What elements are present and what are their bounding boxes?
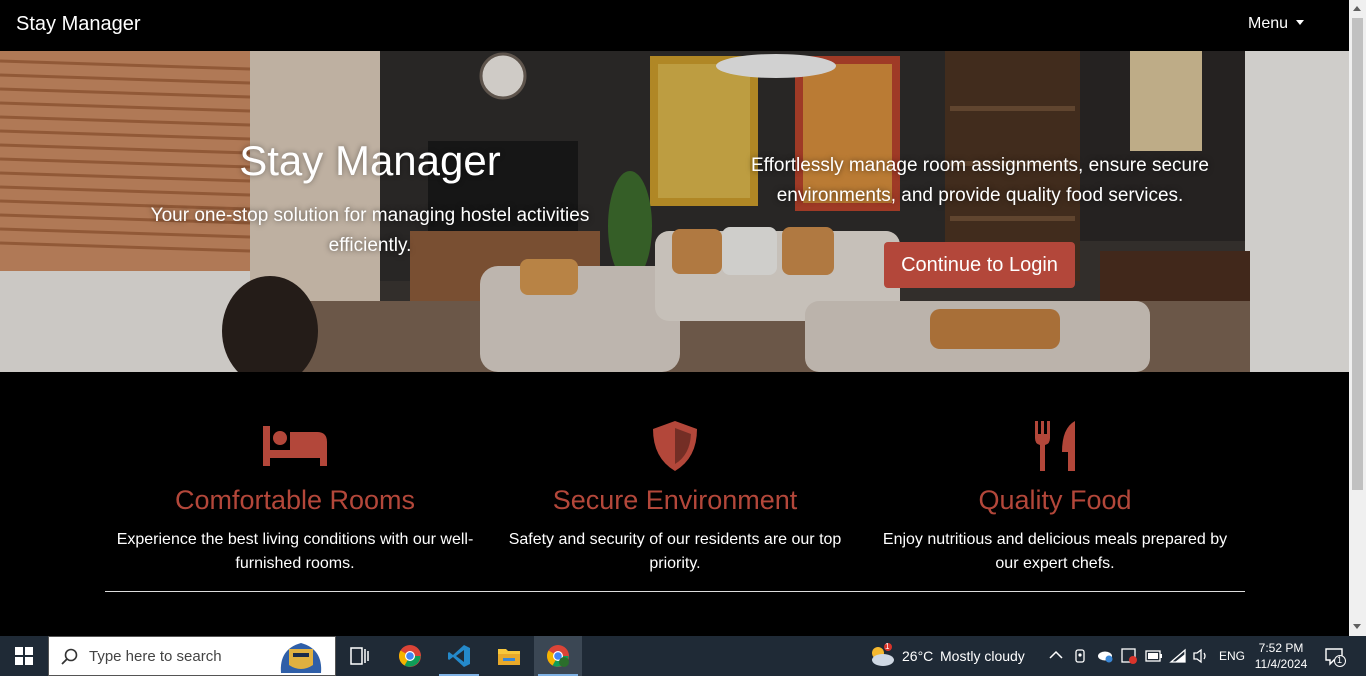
onedrive-sync-icon[interactable] <box>1096 648 1114 664</box>
search-icon <box>61 648 78 665</box>
windows-logo-icon <box>15 647 33 665</box>
notification-center-button[interactable]: 1 <box>1318 636 1366 676</box>
feature-card-rooms: Comfortable Rooms Experience the best li… <box>105 418 485 576</box>
shield-icon <box>485 418 865 473</box>
windows-taskbar: Type here to search 1 26°C Mostly cloudy… <box>0 636 1366 676</box>
clock-date: 11/4/2024 <box>1254 657 1308 671</box>
scroll-up-icon[interactable] <box>1353 6 1361 11</box>
task-view-button[interactable] <box>336 636 384 676</box>
chrome-profile-icon <box>547 645 569 667</box>
weather-temperature: 26°C <box>902 648 934 664</box>
menu-dropdown-toggle[interactable]: Menu <box>1248 15 1305 33</box>
taskbar-vscode[interactable] <box>435 636 483 676</box>
section-divider <box>105 591 1245 592</box>
wifi-icon[interactable] <box>1169 648 1187 664</box>
chevron-up-icon[interactable] <box>1049 650 1063 660</box>
hero-subtitle: Your one-stop solution for managing host… <box>150 205 590 256</box>
search-highlight-icon <box>280 643 322 673</box>
windows-start-button[interactable] <box>0 636 48 676</box>
weather-widget[interactable]: 1 26°C Mostly cloudy <box>868 636 1038 676</box>
caret-down-icon <box>1296 20 1305 25</box>
weather-description: Mostly cloudy <box>940 648 1025 664</box>
feature-title: Comfortable Rooms <box>174 485 416 515</box>
feature-text: Safety and security of our residents are… <box>508 531 842 572</box>
clock-time: 7:52 PM <box>1258 641 1304 655</box>
continue-to-login-button[interactable]: Continue to Login <box>884 242 1075 288</box>
battery-icon[interactable] <box>1145 650 1163 662</box>
task-view-icon <box>350 647 369 665</box>
notification-icon <box>1325 648 1346 667</box>
weather-badge: 1 <box>885 642 890 651</box>
feature-title: Quality Food <box>978 485 1132 515</box>
language-indicator[interactable]: ENG <box>1219 649 1245 663</box>
feature-title: Secure Environment <box>552 485 798 515</box>
system-clock[interactable]: 7:52 PM 11/4/2024 <box>1252 640 1310 672</box>
feature-card-food: Quality Food Enjoy nutritious and delici… <box>865 418 1245 576</box>
cloudy-weather-icon <box>872 643 894 666</box>
volume-icon[interactable] <box>1192 648 1210 664</box>
security-alert-icon[interactable] <box>1120 647 1138 665</box>
taskbar-search-box[interactable]: Type here to search <box>48 636 336 676</box>
chrome-icon <box>399 645 421 667</box>
browser-viewport: Stay Manager Menu Stay Manager Your one-… <box>0 0 1349 636</box>
page-scrollbar[interactable] <box>1349 0 1366 636</box>
utensils-icon <box>865 418 1245 473</box>
menu-label: Menu <box>1248 15 1289 32</box>
feature-card-security: Secure Environment Safety and security o… <box>485 418 865 576</box>
taskbar-chrome-active[interactable] <box>534 636 582 676</box>
navbar-brand[interactable]: Stay Manager <box>16 13 141 36</box>
taskbar-file-explorer[interactable] <box>485 636 533 676</box>
meet-now-icon[interactable] <box>1073 648 1089 664</box>
feature-text: Enjoy nutritious and delicious meals pre… <box>882 531 1228 572</box>
notification-count: 1 <box>1337 655 1343 665</box>
taskbar-chrome[interactable] <box>386 636 434 676</box>
feature-text: Experience the best living conditions wi… <box>116 531 474 572</box>
navbar: Stay Manager Menu <box>0 0 1349 51</box>
scrollbar-thumb[interactable] <box>1352 18 1363 490</box>
hero-description: Effortlessly manage room assignments, en… <box>751 155 1209 206</box>
hero-section: Stay Manager Your one-stop solution for … <box>0 51 1349 372</box>
vscode-icon <box>448 645 470 667</box>
search-placeholder: Type here to search <box>89 648 222 665</box>
folder-icon <box>498 649 520 665</box>
hero-title: Stay Manager <box>239 137 501 184</box>
bed-icon <box>105 418 485 473</box>
scroll-down-icon[interactable] <box>1353 624 1361 629</box>
